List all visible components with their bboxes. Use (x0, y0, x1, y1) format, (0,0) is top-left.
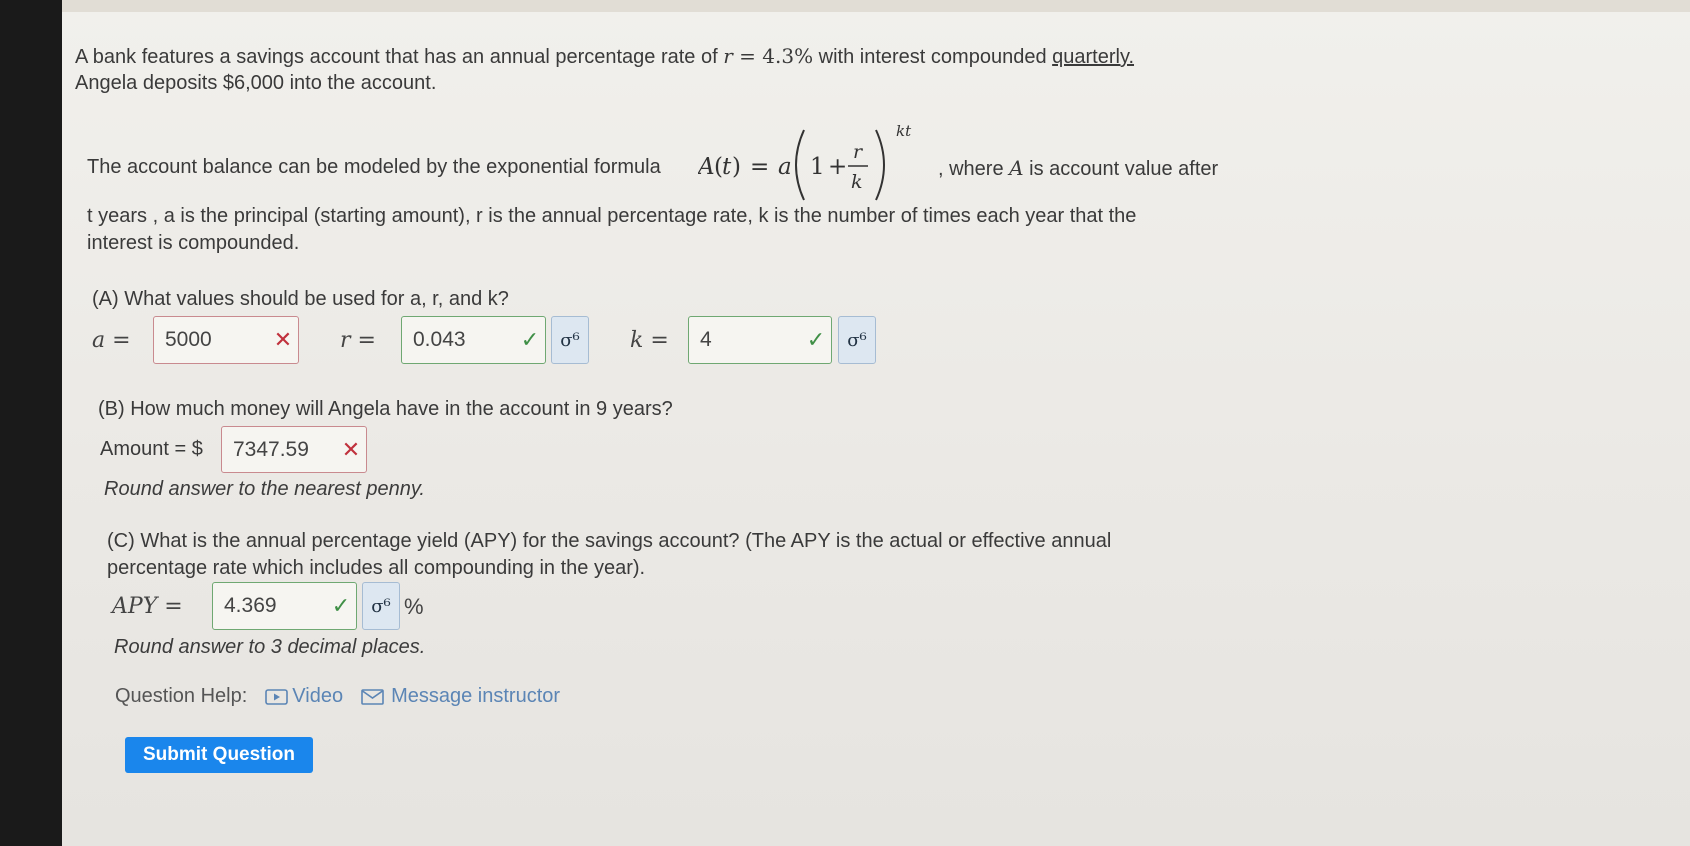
part-b-rounding-note: Round answer to the nearest penny. (104, 478, 425, 500)
svg-text:): ) (732, 154, 741, 180)
svg-text:t: t (722, 154, 732, 180)
part-a-question: (A) What values should be used for a, r,… (92, 288, 509, 310)
video-link-label[interactable]: Video (292, 685, 343, 708)
intro-line-1: A bank features a savings account that h… (75, 44, 1135, 68)
question-help: Question Help: Video Message instructor (115, 685, 560, 708)
svg-text:r: r (853, 141, 864, 163)
intro-line-2: Angela deposits $6,000 into the account. (75, 72, 437, 94)
video-icon (265, 688, 289, 705)
svg-text:a: a (778, 154, 792, 180)
k-answer-value[interactable]: 4 (689, 328, 801, 352)
k-answer-field[interactable]: 4 ✓ (688, 316, 832, 364)
svg-text:kt: kt (896, 122, 912, 140)
a-label: a = (92, 328, 131, 353)
math-keyboard-icon[interactable]: σ⁶ (362, 582, 400, 630)
svg-text:k: k (851, 171, 863, 193)
quarterly-link[interactable]: quarterly. (1052, 46, 1134, 68)
k-label: k = (630, 328, 669, 353)
description-line-3: interest is compounded. (87, 232, 300, 254)
correct-check-icon: ✓ (806, 327, 826, 352)
envelope-icon (361, 688, 384, 705)
part-b-question: (B) How much money will Angela have in t… (98, 398, 673, 420)
correct-check-icon: ✓ (520, 327, 540, 352)
description-line-2: t years , a is the principal (starting a… (87, 205, 1137, 227)
incorrect-x-icon: ✕ (341, 436, 361, 462)
question-panel: A bank features a savings account that h… (62, 0, 1690, 846)
svg-text:=: = (750, 154, 769, 180)
part-c-question-line-1: (C) What is the annual percentage yield … (107, 530, 1112, 552)
amount-answer-value[interactable]: 7347.59 (222, 438, 336, 462)
svg-text:A: A (698, 154, 715, 180)
formula-tail: , where A is account value after (938, 156, 1219, 180)
incorrect-x-icon: ✕ (273, 327, 293, 352)
correct-check-icon: ✓ (331, 593, 351, 618)
apy-label: APY = (112, 594, 183, 619)
top-strip (62, 0, 1690, 12)
part-c-question-line-2: percentage rate which includes all compo… (107, 557, 646, 579)
a-answer-field[interactable]: 5000 ✕ (153, 316, 299, 364)
a-answer-value[interactable]: 5000 (154, 328, 268, 352)
message-instructor-label[interactable]: Message instructor (391, 685, 560, 708)
apy-answer-field[interactable]: 4.369 ✓ (212, 582, 357, 630)
apy-answer-value[interactable]: 4.369 (213, 594, 326, 618)
amount-answer-field[interactable]: 7347.59 ✕ (221, 426, 367, 473)
question-help-label: Question Help: (115, 685, 248, 707)
message-instructor-link[interactable]: Message instructor (361, 685, 560, 708)
r-answer-value[interactable]: 0.043 (402, 328, 515, 352)
svg-text:1: 1 (810, 154, 825, 180)
part-c-rounding-note: Round answer to 3 decimal places. (114, 636, 426, 658)
amount-label: Amount = $ (100, 438, 203, 460)
submit-question-button[interactable]: Submit Question (125, 737, 313, 773)
video-link[interactable]: Video (265, 685, 343, 708)
r-label: r = (340, 328, 376, 353)
svg-text:+: + (828, 154, 847, 180)
percent-sign: % (404, 594, 424, 619)
math-keyboard-icon[interactable]: σ⁶ (838, 316, 876, 364)
math-keyboard-icon[interactable]: σ⁶ (551, 316, 589, 364)
r-answer-field[interactable]: 0.043 ✓ (401, 316, 546, 364)
formula-lead: The account balance can be modeled by th… (87, 156, 661, 178)
